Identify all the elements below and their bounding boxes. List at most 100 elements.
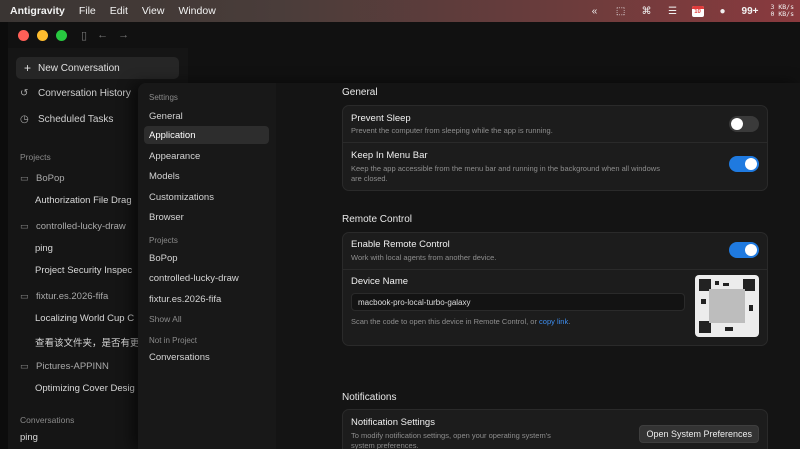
settings-nav-general[interactable]: General [144,107,269,125]
section-heading-remote-control: Remote Control [342,214,413,225]
menu-edit[interactable]: Edit [110,5,128,17]
device-name-field[interactable]: macbook-pro-local-turbo-galaxy [351,293,685,311]
enable-remote-control-toggle[interactable] [729,242,759,258]
translate-icon[interactable]: ⌘ [640,5,654,17]
minimize-window-button[interactable] [37,29,48,41]
project-name: controlled-lucky-draw [36,221,126,232]
zoom-window-button[interactable] [56,29,67,41]
prevent-sleep-toggle[interactable] [729,116,759,132]
open-system-preferences-button[interactable]: Open System Preferences [639,425,759,443]
enable-remote-control-title: Enable Remote Control [351,239,450,250]
close-window-button[interactable] [18,29,29,41]
settings-nav-application[interactable]: Application [144,126,269,144]
forward-arrow-icon[interactable]: → [118,29,129,41]
conversations-header: Conversations [20,415,75,425]
new-conversation-button[interactable]: + New Conversation [16,57,179,79]
menu-file[interactable]: File [79,5,96,17]
device-name-label: Device Name [351,276,409,287]
scan-instructions: Scan the code to open this device in Rem… [351,317,570,327]
settings-nav-project-fixtures[interactable]: fixtur.es.2026-fifa [144,290,269,308]
settings-content: General Prevent Sleep Prevent the comput… [276,83,800,449]
menu-app-name[interactable]: Antigravity [10,5,65,17]
qr-module [749,305,753,311]
sidebar-item-label: Scheduled Tasks [38,114,114,125]
enable-remote-control-desc: Work with local agents from another devi… [351,253,497,262]
menu-view[interactable]: View [142,5,165,17]
conversation-item[interactable]: Optimizing Cover Desig [35,383,138,394]
sidebar-item-scheduled-tasks[interactable]: ◷ Scheduled Tasks [20,114,113,125]
app-window: ▯ ← → + New Conversation ↺ Conversation … [8,22,800,449]
settings-nav-browser[interactable]: Browser [144,208,269,226]
prevent-sleep-desc: Prevent the computer from sleeping while… [351,126,553,135]
menu-window[interactable]: Window [178,5,215,17]
folder-icon: ▭ [20,173,29,183]
wechat-icon[interactable]: ● [716,5,730,17]
history-icon: ↺ [20,88,29,99]
not-in-project-header: Not in Project [149,336,198,345]
conversation-item[interactable]: Authorization File Drag [35,195,138,206]
conversation-item[interactable]: Project Security Inspec [35,265,138,276]
new-conversation-label: New Conversation [38,62,120,74]
conversation-item[interactable]: ping [35,243,138,254]
sidebar-toggle-icon[interactable]: ▯ [81,29,87,42]
network-speed: 3 KB/s 0 KB/s [771,4,794,18]
collapse-arrows-icon[interactable]: « [588,5,602,17]
conversation-item[interactable]: 查看该文件夹，是否有更 [35,335,138,349]
qr-blurred-area [709,289,745,323]
divider [343,142,767,143]
net-down: 0 KB/s [770,10,794,18]
settings-nav-appearance[interactable]: Appearance [144,147,269,165]
settings-nav: Settings General Application Appearance … [138,83,276,449]
title-bar: ▯ ← → [8,22,800,48]
desc-line: To modify notification settings, open yo… [351,431,551,440]
desc-line: are closed. [351,174,388,183]
desc-line: Keep the app accessible from the menu ba… [351,164,660,173]
sidebar-item-conversation-history[interactable]: ↺ Conversation History [20,88,131,99]
clock-icon: ◷ [20,114,29,125]
projects-header: Projects [20,152,51,162]
qr-module [725,327,733,331]
keep-in-menu-bar-desc: Keep the app accessible from the menu ba… [351,164,711,184]
remote-control-card: Enable Remote Control Work with local ag… [342,232,768,346]
project-folder-pictures-appinn[interactable]: ▭ Pictures-APPINN [20,361,109,372]
show-all-link[interactable]: Show All [149,314,182,324]
folder-icon: ▭ [20,361,29,371]
qr-code [695,275,759,337]
settings-nav-conversations[interactable]: Conversations [144,348,269,366]
project-folder-bopop[interactable]: ▭ BoPop [20,173,65,184]
settings-nav-project-bopop[interactable]: BoPop [144,249,269,267]
general-card: Prevent Sleep Prevent the computer from … [342,105,768,191]
project-name: BoPop [36,173,65,184]
toggle-knob [745,244,757,256]
keep-in-menu-bar-title: Keep In Menu Bar [351,150,428,161]
conversation-item[interactable]: Localizing World Cup C [35,313,138,324]
section-heading-general: General [342,87,378,98]
notification-settings-title: Notification Settings [351,417,435,428]
project-folder-controlled-lucky-draw[interactable]: ▭ controlled-lucky-draw [20,221,126,232]
calendar-icon[interactable]: 10 [691,5,704,17]
sidebar-item-label: Conversation History [38,88,131,99]
folder-icon: ▭ [20,221,29,231]
back-arrow-icon[interactable]: ← [97,29,108,41]
menu-bar: Antigravity File Edit View Window « ⬚ ⌘ … [0,0,800,22]
copy-link[interactable]: copy link [539,317,568,326]
screen-share-icon[interactable]: ⬚ [614,5,628,17]
toggle-knob [745,158,757,170]
keep-in-menu-bar-toggle[interactable] [729,156,759,172]
settings-nav-models[interactable]: Models [144,167,269,185]
notifications-card: Notification Settings To modify notifica… [342,409,768,449]
settings-header: Settings [149,93,178,102]
settings-nav-project-controlled-lucky-draw[interactable]: controlled-lucky-draw [144,269,269,287]
project-folder-fixtures[interactable]: ▭ fixtur.es.2026-fifa [20,291,108,302]
project-name: fixtur.es.2026-fifa [36,291,109,302]
settings-nav-customizations[interactable]: Customizations [144,188,269,206]
scan-text: Scan the code to open this device in Rem… [351,317,540,326]
project-name: Pictures-APPINN [36,361,109,372]
folder-icon: ▭ [20,291,29,301]
qr-module [701,299,706,304]
qr-module [723,283,729,286]
storage-icon[interactable]: ☰ [666,5,680,17]
conversation-item[interactable]: ping [20,432,38,443]
settings-projects-header: Projects [149,236,178,245]
notification-count[interactable]: 99+ [742,6,759,17]
